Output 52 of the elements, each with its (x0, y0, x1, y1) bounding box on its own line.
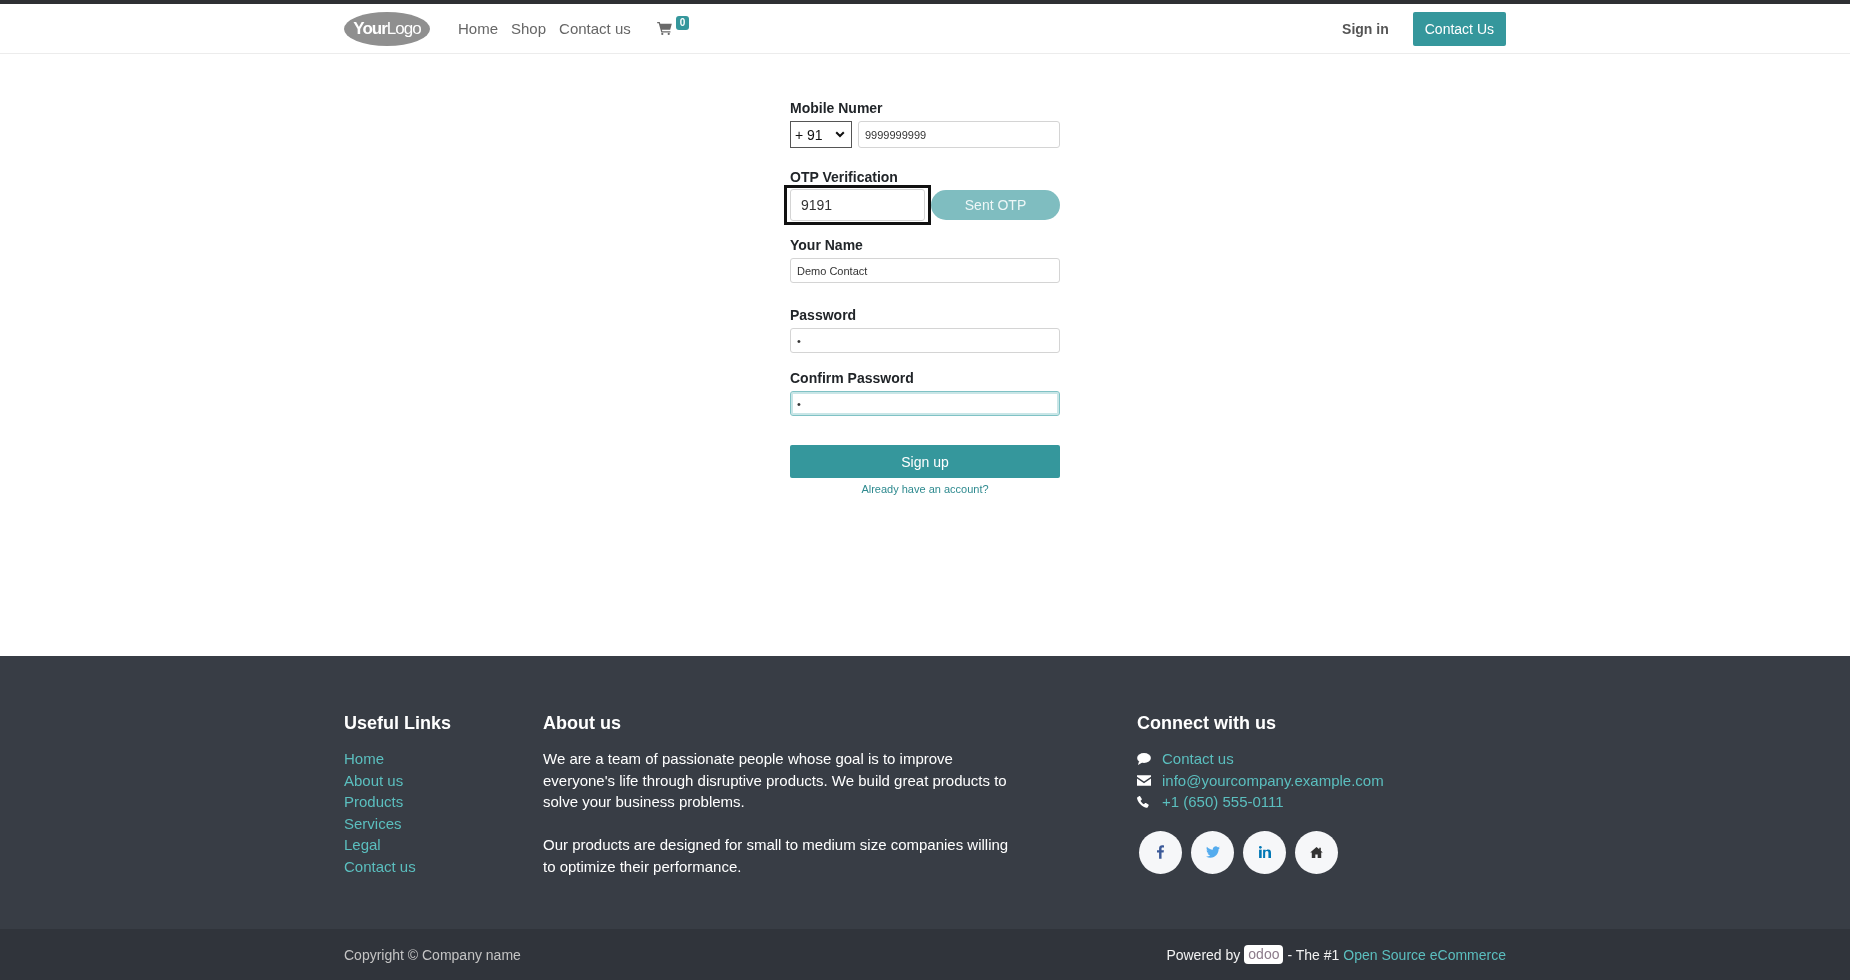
footer-link[interactable]: Services (344, 814, 402, 832)
about-paragraph: We are a team of passionate people whose goal is to improve everyone's life through disruptive products. We build great products to solve your business problems. (543, 749, 1008, 813)
field-label: OTP Verification (790, 169, 899, 185)
footer-link[interactable]: Products (344, 793, 404, 811)
chevron-down-icon (835, 131, 845, 138)
contact-link[interactable]: +1 (650) 555-0111 (1162, 793, 1284, 811)
contact-link[interactable]: Contact us (1162, 750, 1234, 768)
field-label: Confirm Password (790, 370, 915, 387)
phone-icon (1137, 796, 1149, 808)
sign-in-link[interactable]: Sign in (1342, 20, 1389, 37)
sign-up-button[interactable]: Sign up (790, 445, 1060, 478)
bird-icon (1205, 846, 1220, 859)
logo[interactable]: YourLogo (344, 11, 430, 46)
field-label: Password (790, 307, 858, 324)
field-label: Mobile Numer (790, 100, 884, 117)
text-input[interactable]: Demo Contact (790, 258, 1060, 283)
phone-input[interactable]: 9999999999 (858, 121, 1060, 148)
footer-link[interactable]: About us (344, 771, 404, 789)
cart-icon[interactable] (656, 22, 672, 35)
brand-logo[interactable]: odoo (1244, 945, 1284, 964)
text-input[interactable]: • (790, 328, 1060, 353)
otp-input[interactable]: 9191 (790, 189, 925, 221)
cart-count-badge: 0 (675, 15, 690, 30)
nav-link[interactable]: Home (458, 20, 498, 37)
home-icon (1310, 846, 1323, 858)
powered-by-text: Powered by (1166, 946, 1241, 963)
field-label: Your Name (790, 237, 864, 254)
footer-link[interactable]: Legal (344, 836, 381, 854)
footer-heading: About us (543, 712, 622, 734)
social-button[interactable] (1295, 830, 1338, 874)
footer-link[interactable]: Home (344, 750, 384, 767)
social-button[interactable] (1243, 830, 1286, 874)
about-paragraph: Our products are designed for small to medium size companies willing to optimize their performance. (543, 835, 1010, 877)
footer-link[interactable]: Contact us (344, 857, 416, 875)
footer-heading: Connect with us (1137, 712, 1277, 734)
copyright-text: Copyright © Company name (344, 946, 521, 963)
contact-us-button[interactable]: Contact Us (1412, 11, 1506, 46)
footer-heading: Useful Links (344, 712, 453, 734)
linkedin-icon (1258, 846, 1271, 859)
social-button[interactable] (1191, 830, 1234, 874)
login-link[interactable]: Already have an account? (861, 483, 989, 495)
tagline-text: - The #1 (1287, 946, 1340, 963)
country-code-select[interactable]: + 91 (790, 121, 852, 148)
envelope-icon (1137, 774, 1151, 786)
facebook-icon (1157, 845, 1164, 860)
speech-bubble-icon (1137, 752, 1151, 765)
nav-link[interactable]: Shop (511, 20, 547, 37)
ecommerce-link[interactable]: Open Source eCommerce (1343, 946, 1506, 963)
text-input[interactable]: • (790, 391, 1060, 416)
contact-link[interactable]: info@yourcompany.example.com (1162, 771, 1384, 789)
social-button[interactable] (1139, 830, 1182, 874)
nav-link[interactable]: Contact us (559, 20, 631, 37)
